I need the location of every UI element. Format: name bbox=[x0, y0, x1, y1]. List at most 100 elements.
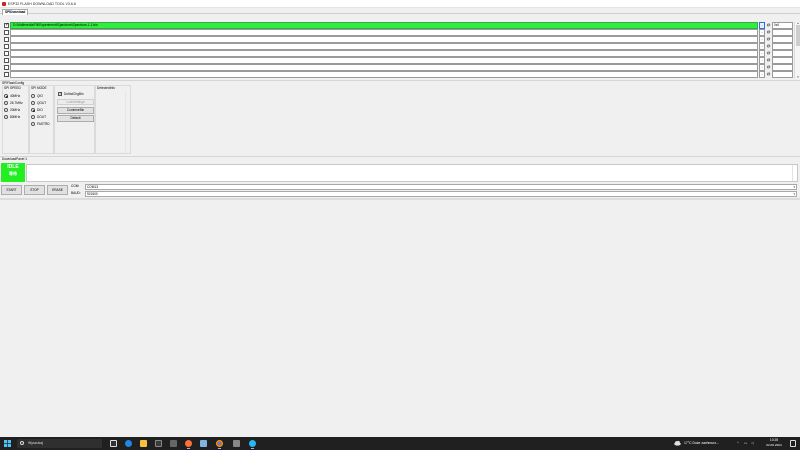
status-text: IDLE bbox=[7, 164, 19, 170]
default-button[interactable]: Default bbox=[57, 115, 94, 122]
clock-date[interactable]: 02.06.2024 bbox=[763, 443, 785, 448]
firefox-icon[interactable] bbox=[185, 440, 192, 449]
divider bbox=[0, 80, 800, 81]
progress-scrollbar[interactable] bbox=[792, 165, 797, 181]
file-row: D:\Multimedia\Fill\Esperimenti\Spectrum\… bbox=[4, 22, 798, 29]
scroll-down-arrow-icon[interactable]: ▼ bbox=[795, 76, 800, 79]
browse-button[interactable]: ... bbox=[759, 71, 765, 78]
at-label: @ bbox=[766, 23, 771, 27]
file-path-input[interactable] bbox=[10, 29, 758, 36]
address-input[interactable] bbox=[772, 43, 793, 50]
file-row: ... @ bbox=[4, 50, 798, 57]
espressif-logo-icon bbox=[2, 2, 6, 6]
lock-settings-button[interactable]: LockSettings bbox=[57, 99, 94, 105]
radio-dot[interactable] bbox=[31, 108, 35, 112]
tab-strip bbox=[0, 8, 800, 14]
address-input[interactable] bbox=[772, 36, 793, 43]
baud-rate-select[interactable]: 921600 ▾ bbox=[85, 191, 797, 197]
file-path-input[interactable] bbox=[10, 64, 758, 71]
at-label: @ bbox=[766, 65, 771, 69]
window-title: ESP32 FLASH DOWNLOAD TOOL V3.6.6 bbox=[8, 2, 76, 6]
radio-dot[interactable] bbox=[31, 122, 35, 126]
do-not-change-bin-checkbox[interactable] bbox=[58, 91, 62, 97]
file-list: D:\Multimedia\Fill\Esperimenti\Spectrum\… bbox=[4, 22, 798, 79]
file-row-checkbox[interactable] bbox=[4, 51, 9, 56]
file-path-input[interactable]: D:\Multimedia\Fill\Esperimenti\Spectrum\… bbox=[10, 22, 758, 29]
radio-dot[interactable] bbox=[31, 94, 35, 98]
weather-widget[interactable]: 17°C Duże zachmurz... bbox=[684, 439, 719, 448]
task-view-icon[interactable] bbox=[110, 440, 117, 447]
combine-bin-button[interactable]: CombineBin bbox=[57, 107, 94, 114]
browse-button[interactable]: ... bbox=[759, 64, 765, 71]
spi-speed-label: 20MHz bbox=[10, 108, 21, 112]
address-input[interactable]: 0x0 bbox=[772, 22, 793, 29]
browse-button[interactable]: ... bbox=[759, 50, 765, 57]
app-icon-generic[interactable] bbox=[233, 440, 240, 447]
windows-start-icon[interactable] bbox=[4, 440, 11, 447]
radio-dot[interactable] bbox=[4, 94, 8, 98]
file-row-checkbox[interactable] bbox=[4, 72, 9, 77]
detected-info-group: DetectedInfo bbox=[95, 85, 131, 154]
options-group: DoNotChgBin LockSettings CombineBin Defa… bbox=[54, 85, 95, 154]
address-input[interactable] bbox=[772, 29, 793, 36]
file-row-checkbox[interactable] bbox=[4, 37, 9, 42]
file-path-input[interactable] bbox=[10, 71, 758, 78]
cloud-icon[interactable] bbox=[674, 440, 681, 446]
radio-dot[interactable] bbox=[31, 101, 35, 105]
edge-browser-icon[interactable] bbox=[125, 440, 132, 447]
taskbar: Wyszukaj 17°C Duże zachmurz... ^ ▭ ◁ 10:… bbox=[0, 437, 800, 450]
esp-tool-icon[interactable] bbox=[249, 440, 256, 449]
address-input[interactable] bbox=[772, 71, 793, 78]
spi-mode-label: DOUT bbox=[37, 115, 47, 119]
at-label: @ bbox=[766, 44, 771, 48]
app-icon-generic[interactable] bbox=[200, 440, 207, 447]
volume-icon[interactable]: ◁ bbox=[751, 441, 754, 446]
address-input[interactable] bbox=[772, 57, 793, 64]
file-path-input[interactable] bbox=[10, 50, 758, 57]
taskbar-search-box[interactable]: Wyszukaj bbox=[17, 439, 102, 448]
file-explorer-icon[interactable] bbox=[140, 440, 147, 447]
network-icon[interactable]: ▭ bbox=[744, 441, 747, 446]
radio-dot[interactable] bbox=[31, 115, 35, 119]
baud-rate-value: 921600 bbox=[87, 192, 98, 196]
browse-button[interactable]: ... bbox=[759, 57, 765, 64]
download-progress-area bbox=[26, 164, 798, 182]
chrome-icon[interactable] bbox=[216, 440, 223, 449]
file-path-input[interactable] bbox=[10, 36, 758, 43]
file-row-checkbox[interactable] bbox=[4, 22, 9, 29]
file-row-checkbox[interactable] bbox=[4, 65, 9, 70]
radio-dot[interactable] bbox=[4, 101, 8, 105]
stop-button[interactable]: STOP bbox=[24, 185, 45, 195]
notification-icon[interactable] bbox=[790, 440, 796, 447]
address-input[interactable] bbox=[772, 64, 793, 71]
at-label: @ bbox=[766, 30, 771, 34]
file-row: ... @ bbox=[4, 36, 798, 43]
file-row: ... @ bbox=[4, 29, 798, 36]
erase-button[interactable]: ERASE bbox=[47, 185, 68, 195]
scrollbar-thumb[interactable] bbox=[796, 25, 800, 46]
radio-dot[interactable] bbox=[4, 115, 8, 119]
com-port-select[interactable]: COM13 ▾ bbox=[85, 184, 797, 190]
radio-dot[interactable] bbox=[4, 108, 8, 112]
file-list-scrollbar[interactable]: ▲ ▼ bbox=[794, 22, 800, 79]
file-path-input[interactable] bbox=[10, 57, 758, 64]
browse-button[interactable]: ... bbox=[759, 22, 765, 29]
address-input[interactable] bbox=[772, 50, 793, 57]
file-row-checkbox[interactable] bbox=[4, 58, 9, 63]
file-row-checkbox[interactable] bbox=[4, 30, 9, 35]
detected-info-scrollbar[interactable] bbox=[125, 91, 130, 153]
chevron-up-icon[interactable]: ^ bbox=[737, 441, 739, 446]
at-label: @ bbox=[766, 58, 771, 62]
spi-mode-group: SPI MODE QIO QOUT DIO DOUT FASTRD bbox=[29, 85, 54, 154]
file-path-input[interactable] bbox=[10, 43, 758, 50]
browse-button[interactable]: ... bbox=[759, 29, 765, 36]
browse-button[interactable]: ... bbox=[759, 36, 765, 43]
mail-icon[interactable] bbox=[170, 440, 177, 447]
file-row-checkbox[interactable] bbox=[4, 44, 9, 49]
spi-mode-label: FASTRD bbox=[37, 122, 50, 126]
baud-label: BAUD: bbox=[71, 191, 81, 195]
browse-button[interactable]: ... bbox=[759, 43, 765, 50]
store-icon[interactable] bbox=[155, 440, 162, 447]
start-button[interactable]: START bbox=[1, 185, 22, 195]
tab-spidownload[interactable]: SPIDownload bbox=[2, 9, 29, 15]
